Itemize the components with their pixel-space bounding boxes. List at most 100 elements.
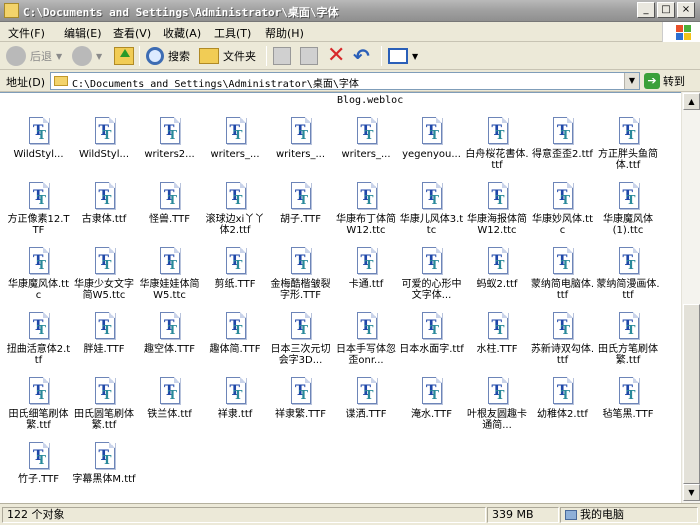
folders-label: 文件夹: [223, 50, 256, 63]
file-item[interactable]: T T 可爱的心形中文字体...: [399, 245, 465, 310]
file-name: 蒙纳简漫画体.ttf: [596, 279, 660, 301]
back-button[interactable]: 后退 ▼: [6, 45, 62, 67]
file-item[interactable]: T T 华康海报体简W12.ttc: [465, 180, 531, 245]
maximize-button[interactable]: □: [657, 2, 675, 18]
file-item[interactable]: T T 水柱.TTF: [465, 310, 531, 375]
file-item[interactable]: T T 扭曲活意体2.ttf: [6, 310, 72, 375]
file-item[interactable]: T T 蒙纳简漫画体.ttf: [596, 245, 662, 310]
font-file-icon: TT: [617, 117, 641, 145]
file-name: yegenyou...: [402, 149, 461, 160]
file-item[interactable]: T T 华康娃娃体简W5.ttc: [137, 245, 203, 310]
file-item[interactable]: T T 毡笔黑.TTF: [596, 375, 662, 440]
file-item[interactable]: T T 淹水.TTF: [399, 375, 465, 440]
file-name: 蚂蚁2.ttf: [476, 279, 518, 290]
file-item[interactable]: T T 竹子.TTF: [6, 440, 72, 503]
toolbar: 后退 ▼ ▼ 搜索 文件夹 ✕ ↶ ▼: [0, 42, 700, 70]
file-item[interactable]: T T 蚂蚁2.ttf: [465, 245, 531, 310]
menu-tools[interactable]: 工具(T): [214, 25, 251, 41]
file-item[interactable]: T T 胡子.TTF: [268, 180, 334, 245]
file-item[interactable]: T T 白舟桜花書体.ttf: [465, 115, 531, 180]
file-item[interactable]: T T 金梅酷楷皱裂字形.TTF: [268, 245, 334, 310]
file-item[interactable]: T T 华康魔风体.ttc: [6, 245, 72, 310]
file-item[interactable]: T T 华康魔风体(1).ttc: [596, 180, 662, 245]
menu-edit[interactable]: 编辑(E): [64, 25, 102, 41]
address-input[interactable]: C:\Documents and Settings\Administrator\…: [50, 72, 640, 90]
file-name: 胡子.TTF: [280, 214, 321, 225]
file-view[interactable]: Blog.webloc T T WildStyl... T T WildStyl... T T…: [0, 92, 681, 503]
file-item[interactable]: T T 幼稚体2.ttf: [530, 375, 596, 440]
file-item[interactable]: T T WildStyl...: [72, 115, 138, 180]
file-item[interactable]: T T 趣体简.TTF: [203, 310, 269, 375]
menu-favorites[interactable]: 收藏(A): [163, 25, 201, 41]
file-item[interactable]: T T 古隶体.ttf: [72, 180, 138, 245]
file-item[interactable]: T T writers_...: [203, 115, 269, 180]
file-item[interactable]: T T 华康妙风体.ttc: [530, 180, 596, 245]
file-item[interactable]: T T 田氏圆笔刷体繁.ttf: [72, 375, 138, 440]
file-item[interactable]: T T writers2...: [137, 115, 203, 180]
file-item[interactable]: T T 蒙纳简电脑体.ttf: [530, 245, 596, 310]
file-name: 竹子.TTF: [18, 474, 59, 485]
file-item[interactable]: T T 滚球边xi丫丫体2.ttf: [203, 180, 269, 245]
file-item[interactable]: T T 谍洒.TTF: [334, 375, 400, 440]
file-name: 祥隶繁.TTF: [275, 409, 326, 420]
file-item[interactable]: T T 田氏细笔刷体繁.ttf: [6, 375, 72, 440]
font-file-icon: TT: [224, 312, 248, 340]
font-file-icon: TT: [93, 312, 117, 340]
file-item[interactable]: T T 华康少女文字简W5.ttc: [72, 245, 138, 310]
file-item[interactable]: T T 胖娃.TTF: [72, 310, 138, 375]
up-folder-button[interactable]: [114, 45, 134, 67]
address-dropdown-button[interactable]: ▼: [624, 73, 639, 89]
font-file-icon: TT: [27, 377, 51, 405]
partial-file-label[interactable]: Blog.webloc: [337, 95, 403, 106]
close-button[interactable]: ×: [677, 2, 695, 18]
scroll-up-button[interactable]: ▲: [683, 93, 700, 110]
go-button[interactable]: ➔ 转到: [644, 73, 685, 89]
file-item[interactable]: T T 铁兰体.ttf: [137, 375, 203, 440]
file-item[interactable]: T T writers_...: [268, 115, 334, 180]
file-item[interactable]: T T 卡通.ttf: [334, 245, 400, 310]
copy-to-button[interactable]: [300, 45, 318, 67]
move-to-button[interactable]: [273, 45, 291, 67]
file-item[interactable]: T T 日本手写体忽歪onr...: [334, 310, 400, 375]
file-item[interactable]: T T 苏新诗双勾体.ttf: [530, 310, 596, 375]
font-file-icon: TT: [551, 247, 575, 275]
scroll-thumb[interactable]: [683, 304, 700, 484]
file-item[interactable]: T T writers_...: [334, 115, 400, 180]
font-file-icon: TT: [27, 442, 51, 470]
file-item[interactable]: T T 田氏方笔刷体繁.ttf: [596, 310, 662, 375]
menu-file[interactable]: 文件(F): [8, 25, 45, 41]
file-name: 方正像素12.TTF: [7, 214, 70, 236]
file-item[interactable]: T T 怪兽.TTF: [137, 180, 203, 245]
file-item[interactable]: T T 趣空体.TTF: [137, 310, 203, 375]
menu-help[interactable]: 帮助(H): [265, 25, 304, 41]
views-button[interactable]: ▼: [388, 45, 418, 67]
search-button[interactable]: 搜索: [146, 45, 190, 67]
file-item[interactable]: T T WildStyl...: [6, 115, 72, 180]
delete-button[interactable]: ✕: [327, 45, 345, 67]
title-bar[interactable]: C:\Documents and Settings\Administrator\…: [0, 0, 700, 22]
file-item[interactable]: T T yegenyou...: [399, 115, 465, 180]
minimize-button[interactable]: _: [637, 2, 655, 18]
folders-button[interactable]: 文件夹: [199, 45, 256, 67]
scroll-down-button[interactable]: ▼: [683, 484, 700, 501]
file-item[interactable]: T T 叶根友圆趣卡通简...: [465, 375, 531, 440]
folders-icon: [199, 48, 219, 64]
file-item[interactable]: T T 剪纸.TTF: [203, 245, 269, 310]
file-item[interactable]: T T 字幕黑体M.ttf: [72, 440, 138, 503]
undo-button[interactable]: ↶: [353, 45, 370, 67]
address-bar: 地址(D) C:\Documents and Settings\Administ…: [0, 70, 700, 92]
file-name: 白舟桜花書体.ttf: [465, 149, 529, 171]
file-item[interactable]: T T 方正像素12.TTF: [6, 180, 72, 245]
file-item[interactable]: T T 祥隶繁.TTF: [268, 375, 334, 440]
file-item[interactable]: T T 方正胖头鱼简体.ttf: [596, 115, 662, 180]
file-item[interactable]: T T 日本三次元切会字3D...: [268, 310, 334, 375]
font-file-icon: TT: [355, 312, 379, 340]
forward-button[interactable]: ▼: [72, 45, 102, 67]
file-item[interactable]: T T 华康儿风体3.ttc: [399, 180, 465, 245]
vertical-scrollbar[interactable]: ▲ ▼: [681, 92, 700, 503]
file-item[interactable]: T T 日本水面字.ttf: [399, 310, 465, 375]
file-item[interactable]: T T 得意歪歪2.ttf: [530, 115, 596, 180]
file-item[interactable]: T T 华康布丁体简W12.ttc: [334, 180, 400, 245]
file-item[interactable]: T T 祥隶.ttf: [203, 375, 269, 440]
menu-view[interactable]: 查看(V): [113, 25, 151, 41]
